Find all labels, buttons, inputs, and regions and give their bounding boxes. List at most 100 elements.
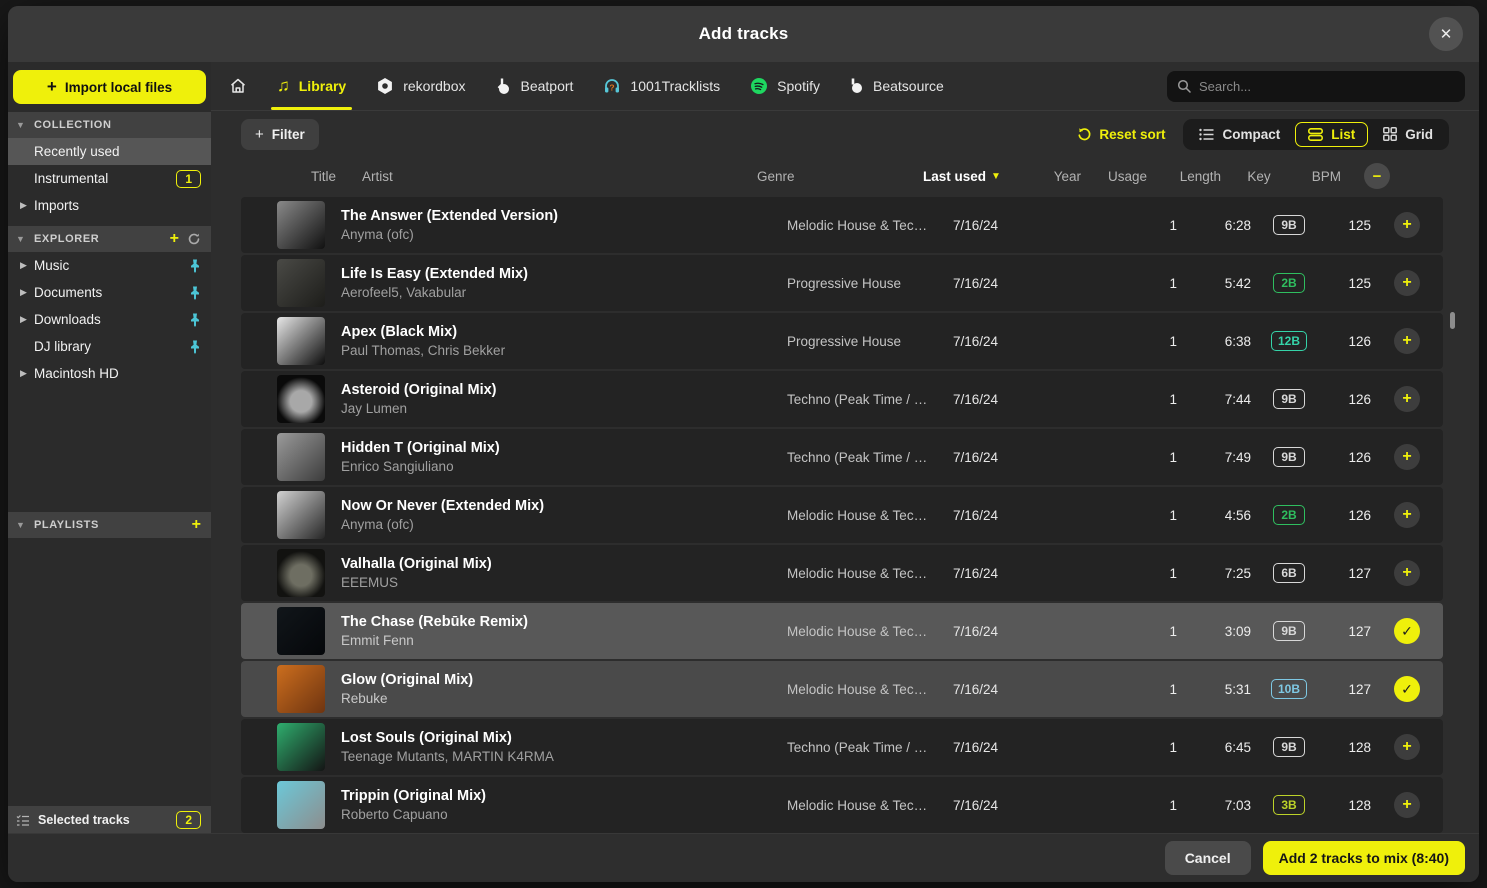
column-header-title[interactable]: Title	[311, 169, 336, 184]
search-input[interactable]	[1199, 79, 1455, 94]
track-artist: Rebuke	[341, 691, 771, 706]
pin-icon[interactable]	[189, 313, 201, 327]
add-track-toggle[interactable]: +	[1394, 328, 1420, 354]
sidebar-item-documents[interactable]: ▶ Documents	[8, 279, 211, 306]
add-track-toggle[interactable]: +	[1394, 386, 1420, 412]
track-row[interactable]: Glow (Original Mix) Rebuke Melodic House…	[241, 661, 1443, 717]
sidebar-item-macintosh-hd[interactable]: ▶ Macintosh HD	[8, 360, 211, 387]
add-track-toggle[interactable]: +	[1394, 560, 1420, 586]
chevron-down-icon: ▼	[16, 234, 26, 244]
add-track-toggle[interactable]: +	[1394, 212, 1420, 238]
add-track-toggle[interactable]: +	[1394, 792, 1420, 818]
track-last-used: 7/16/24	[953, 334, 1045, 349]
track-row[interactable]: Life Is Easy (Extended Mix) Aerofeel5, V…	[241, 255, 1443, 311]
tab-1001tracklists[interactable]: ? 1001Tracklists	[601, 62, 722, 110]
column-header-length[interactable]: Length	[1163, 169, 1221, 184]
track-bpm: 126	[1327, 450, 1371, 465]
pin-icon[interactable]	[189, 259, 201, 273]
track-bpm: 128	[1327, 798, 1371, 813]
tab-rekordbox[interactable]: rekordbox	[374, 62, 467, 110]
add-track-toggle[interactable]: +	[1394, 502, 1420, 528]
column-header-genre[interactable]: Genre	[757, 169, 907, 184]
reset-sort-button[interactable]: Reset sort	[1077, 127, 1165, 142]
track-usage: 1	[1127, 450, 1177, 465]
sidebar-item-music[interactable]: ▶ Music	[8, 252, 211, 279]
track-row[interactable]: Asteroid (Original Mix) Jay Lumen Techno…	[241, 371, 1443, 427]
selected-tracks-row[interactable]: Selected tracks 2	[8, 806, 211, 833]
close-icon[interactable]: ✕	[1429, 17, 1463, 51]
tab-library[interactable]: ♫ Library	[275, 62, 348, 110]
import-button-wrap: + Import local files	[8, 62, 211, 108]
view-list-button[interactable]: List	[1295, 122, 1368, 147]
compact-view-icon	[1199, 128, 1214, 141]
sidebar-item-recently-used[interactable]: Recently used	[8, 138, 211, 165]
add-track-toggle[interactable]: +	[1394, 734, 1420, 760]
track-row[interactable]: Trippin (Original Mix) Roberto Capuano M…	[241, 777, 1443, 833]
add-track-toggle[interactable]: ✓	[1394, 618, 1420, 644]
playlists-section-header[interactable]: ▼ PLAYLISTS +	[8, 512, 211, 538]
track-key-badge: 9B	[1273, 215, 1305, 235]
import-local-files-button[interactable]: + Import local files	[13, 70, 206, 104]
track-row[interactable]: The Answer (Extended Version) Anyma (ofc…	[241, 197, 1443, 253]
column-header-artist[interactable]: Artist	[362, 169, 393, 184]
track-genre: Melodic House & Tec…	[787, 218, 937, 233]
track-row[interactable]: Lost Souls (Original Mix) Teenage Mutant…	[241, 719, 1443, 775]
grid-view-icon	[1383, 127, 1397, 141]
add-track-toggle[interactable]: +	[1394, 444, 1420, 470]
track-artist: Jay Lumen	[341, 401, 771, 416]
column-header-last-used[interactable]: Last used ▼	[923, 169, 1015, 184]
tab-beatsource[interactable]: Beatsource	[848, 62, 946, 110]
add-folder-icon[interactable]: +	[170, 230, 179, 248]
track-row[interactable]: Apex (Black Mix) Paul Thomas, Chris Bekk…	[241, 313, 1443, 369]
column-header-year[interactable]: Year	[1031, 169, 1081, 184]
track-artist: Aerofeel5, Vakabular	[341, 285, 771, 300]
chevron-right-icon: ▶	[20, 368, 27, 379]
track-row[interactable]: Valhalla (Original Mix) EEEMUS Melodic H…	[241, 545, 1443, 601]
cancel-button[interactable]: Cancel	[1165, 841, 1251, 875]
collection-section-header[interactable]: ▼ COLLECTION	[8, 112, 211, 138]
pin-icon[interactable]	[189, 286, 201, 300]
track-usage: 1	[1127, 334, 1177, 349]
track-row[interactable]: Hidden T (Original Mix) Enrico Sangiulia…	[241, 429, 1443, 485]
track-bpm: 126	[1327, 392, 1371, 407]
track-key-badge: 6B	[1273, 563, 1305, 583]
refresh-icon[interactable]	[187, 232, 201, 246]
view-grid-button[interactable]: Grid	[1370, 122, 1446, 147]
track-artist: Anyma (ofc)	[341, 227, 771, 242]
track-last-used: 7/16/24	[953, 392, 1045, 407]
column-header-usage[interactable]: Usage	[1097, 169, 1147, 184]
track-last-used: 7/16/24	[953, 798, 1045, 813]
view-compact-button[interactable]: Compact	[1186, 122, 1293, 147]
chevron-down-icon: ▼	[16, 120, 26, 130]
add-track-toggle[interactable]: +	[1394, 270, 1420, 296]
column-header-key[interactable]: Key	[1237, 169, 1281, 184]
explorer-section-header[interactable]: ▼ EXPLORER +	[8, 226, 211, 252]
track-genre: Melodic House & Tec…	[787, 798, 937, 813]
track-row[interactable]: The Chase (Rebūke Remix) Emmit Fenn Melo…	[241, 603, 1443, 659]
search-box[interactable]	[1167, 71, 1465, 102]
track-key-badge: 3B	[1273, 795, 1305, 815]
track-last-used: 7/16/24	[953, 624, 1045, 639]
track-bpm: 128	[1327, 740, 1371, 755]
track-genre: Progressive House	[787, 276, 937, 291]
track-last-used: 7/16/24	[953, 508, 1045, 523]
track-row[interactable]: Now Or Never (Extended Mix) Anyma (ofc) …	[241, 487, 1443, 543]
tab-spotify[interactable]: Spotify	[748, 62, 822, 110]
tab-beatport[interactable]: Beatport	[493, 62, 575, 110]
add-tracks-button[interactable]: Add 2 tracks to mix (8:40)	[1263, 841, 1465, 875]
column-header-bpm[interactable]: BPM	[1297, 169, 1341, 184]
track-genre: Progressive House	[787, 334, 937, 349]
sidebar-item-downloads[interactable]: ▶ Downloads	[8, 306, 211, 333]
sidebar-item-dj-library[interactable]: DJ library	[8, 333, 211, 360]
filter-button[interactable]: + Filter	[241, 119, 319, 150]
remove-all-button[interactable]: −	[1364, 163, 1390, 189]
pin-icon[interactable]	[189, 340, 201, 354]
track-last-used: 7/16/24	[953, 450, 1045, 465]
track-genre: Melodic House & Tec…	[787, 508, 937, 523]
add-playlist-icon[interactable]: +	[192, 516, 201, 534]
scrollbar-thumb[interactable]	[1450, 312, 1455, 329]
sidebar-item-imports[interactable]: ▶ Imports	[8, 192, 211, 219]
add-track-toggle[interactable]: ✓	[1394, 676, 1420, 702]
sidebar-item-instrumental[interactable]: Instrumental 1	[8, 165, 211, 192]
tab-home[interactable]	[227, 62, 249, 110]
